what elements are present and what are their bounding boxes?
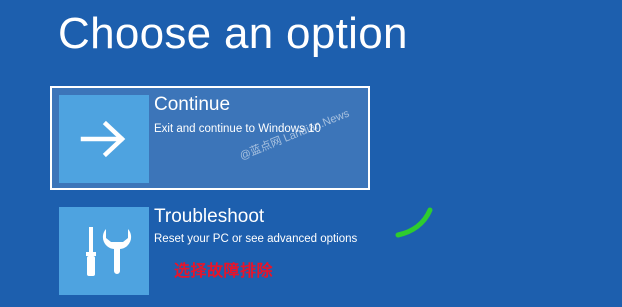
troubleshoot-description: Reset your PC or see advanced options [154, 233, 358, 245]
continue-title: Continue [154, 94, 231, 115]
annotation-mark [395, 207, 433, 238]
troubleshoot-tile [59, 207, 149, 295]
tools-icon [86, 227, 132, 276]
continue-option[interactable]: Continue Exit and continue to Windows 10 [50, 86, 370, 190]
troubleshoot-option[interactable]: Troubleshoot Reset your PC or see advanc… [50, 198, 370, 302]
page-title: Choose an option [58, 9, 408, 58]
continue-tile [59, 95, 149, 183]
annotation-label: 选择故障排除 [174, 261, 274, 280]
troubleshoot-title: Troubleshoot [154, 206, 265, 227]
arrow-right-icon [80, 120, 126, 158]
